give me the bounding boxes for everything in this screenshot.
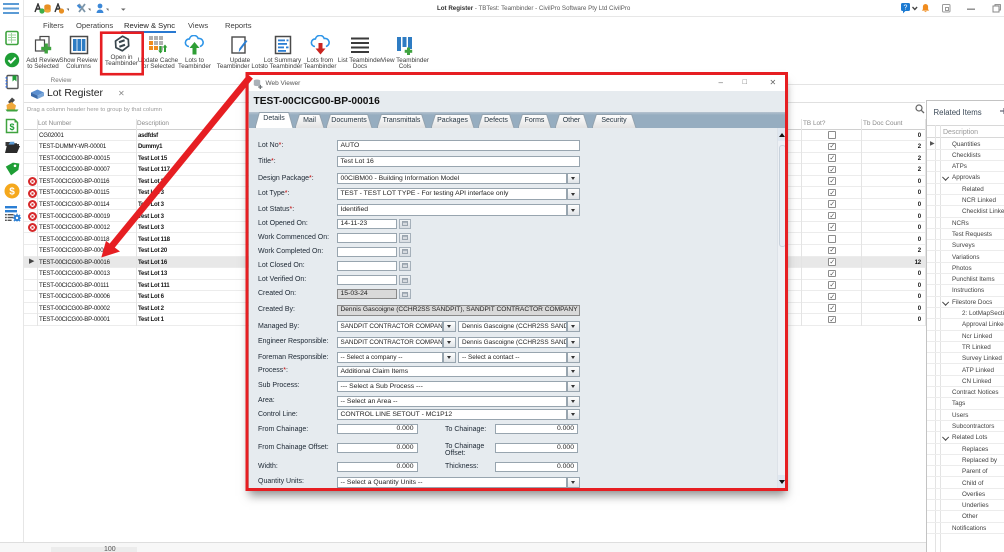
svg-text:$: $ [9, 122, 14, 132]
svg-text:?: ? [904, 5, 908, 12]
svg-text:$: $ [9, 187, 15, 198]
